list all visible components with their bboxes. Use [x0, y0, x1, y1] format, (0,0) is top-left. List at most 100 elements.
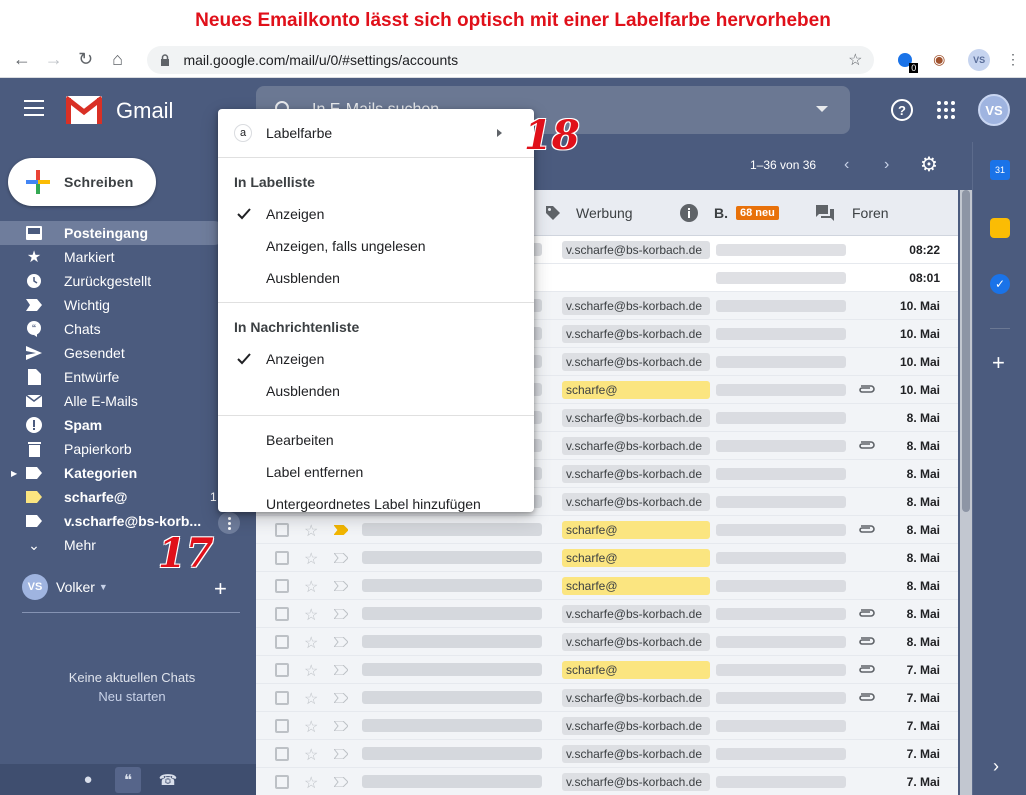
- home-icon[interactable]: ⌂: [102, 46, 134, 74]
- menu-list-show-unread[interactable]: Anzeigen, falls ungelesen: [218, 230, 534, 262]
- extension-icon[interactable]: 0: [892, 47, 919, 73]
- label-chip[interactable]: scharfe@: [562, 661, 710, 679]
- row-checkbox[interactable]: [275, 691, 289, 705]
- row-checkbox[interactable]: [275, 551, 289, 565]
- expand-panel-icon[interactable]: ›: [993, 756, 999, 777]
- label-chip[interactable]: v.scharfe@bs-korbach.de: [562, 689, 710, 707]
- add-addon-icon[interactable]: +: [992, 350, 1005, 376]
- label-chip[interactable]: v.scharfe@bs-korbach.de: [562, 633, 710, 651]
- tab-updates[interactable]: B. 68 neu: [680, 190, 779, 236]
- start-chat-link[interactable]: Neu starten: [0, 689, 264, 704]
- star-icon[interactable]: ☆: [304, 633, 318, 653]
- reload-icon[interactable]: ↻: [70, 46, 102, 74]
- label-chip[interactable]: v.scharfe@bs-korbach.de: [562, 409, 710, 427]
- label-chip[interactable]: v.scharfe@bs-korbach.de: [562, 465, 710, 483]
- label-chip[interactable]: v.scharfe@bs-korbach.de: [562, 437, 710, 455]
- star-icon[interactable]: ☆: [304, 521, 318, 541]
- label-chip[interactable]: v.scharfe@bs-korbach.de: [562, 353, 710, 371]
- row-checkbox[interactable]: [275, 635, 289, 649]
- important-marker-icon[interactable]: [334, 553, 348, 563]
- star-icon[interactable]: ☆: [304, 661, 318, 681]
- help-icon[interactable]: ?: [890, 98, 914, 122]
- star-icon[interactable]: ☆: [304, 605, 318, 625]
- star-icon[interactable]: ☆: [304, 773, 318, 793]
- important-marker-icon[interactable]: [334, 581, 348, 591]
- profile-avatar[interactable]: VS: [966, 47, 992, 73]
- menu-remove-label[interactable]: Label entfernen: [218, 456, 534, 488]
- table-row[interactable]: ☆ scharfe@ 7. Mai: [256, 656, 958, 684]
- table-row[interactable]: ☆ scharfe@ 8. Mai: [256, 544, 958, 572]
- apps-grid-icon[interactable]: [934, 98, 958, 122]
- forward-arrow-icon[interactable]: →: [38, 46, 70, 74]
- important-marker-icon[interactable]: [334, 777, 348, 787]
- add-chat-icon[interactable]: +: [214, 576, 227, 602]
- browser-menu-icon[interactable]: ⋮: [1000, 47, 1026, 73]
- table-row[interactable]: ☆ scharfe@ 8. Mai: [256, 516, 958, 544]
- calendar-icon[interactable]: 31: [990, 160, 1010, 180]
- cookie-icon[interactable]: ◉: [926, 47, 952, 73]
- menu-msg-hide[interactable]: Ausblenden: [218, 375, 534, 407]
- tab-werbung[interactable]: Werbung: [544, 190, 633, 236]
- menu-msg-show[interactable]: Anzeigen: [218, 343, 534, 375]
- label-chip[interactable]: v.scharfe@bs-korbach.de: [562, 241, 710, 259]
- settings-gear-icon[interactable]: ⚙: [920, 152, 938, 177]
- search-options-icon[interactable]: [816, 106, 828, 112]
- account-avatar[interactable]: VS: [978, 94, 1010, 126]
- label-chip[interactable]: scharfe@: [562, 577, 710, 595]
- label-chip[interactable]: v.scharfe@bs-korbach.de: [562, 605, 710, 623]
- important-marker-icon[interactable]: [334, 721, 348, 731]
- row-checkbox[interactable]: [275, 523, 289, 537]
- important-marker-icon[interactable]: [334, 637, 348, 647]
- label-chip[interactable]: v.scharfe@bs-korbach.de: [562, 297, 710, 315]
- table-row[interactable]: ☆ v.scharfe@bs-korbach.de 8. Mai: [256, 628, 958, 656]
- tasks-icon[interactable]: ✓: [990, 274, 1010, 294]
- contacts-icon[interactable]: ●: [75, 767, 101, 793]
- menu-list-hide[interactable]: Ausblenden: [218, 262, 534, 294]
- table-row[interactable]: ☆ v.scharfe@bs-korbach.de 7. Mai: [256, 712, 958, 740]
- bookmark-star-icon[interactable]: ☆: [848, 50, 862, 70]
- scrollbar-thumb[interactable]: [962, 190, 970, 512]
- keep-icon[interactable]: [990, 218, 1010, 238]
- star-icon[interactable]: ☆: [304, 549, 318, 569]
- table-row[interactable]: ☆ v.scharfe@bs-korbach.de 8. Mai: [256, 600, 958, 628]
- sidebar-item-posteingang[interactable]: Posteingang: [0, 221, 226, 245]
- menu-add-sublabel[interactable]: Untergeordnetes Label hinzufügen: [218, 488, 534, 520]
- tab-foren[interactable]: Foren: [816, 190, 889, 236]
- star-icon[interactable]: ☆: [304, 577, 318, 597]
- expand-arrow-icon[interactable]: ▶: [11, 469, 17, 478]
- label-chip[interactable]: v.scharfe@bs-korbach.de: [562, 745, 710, 763]
- compose-button[interactable]: Schreiben: [8, 158, 156, 206]
- row-checkbox[interactable]: [275, 719, 289, 733]
- label-chip[interactable]: v.scharfe@bs-korbach.de: [562, 493, 710, 511]
- label-chip[interactable]: scharfe@: [562, 381, 710, 399]
- menu-icon[interactable]: [24, 100, 44, 116]
- row-checkbox[interactable]: [275, 775, 289, 789]
- hangouts-icon[interactable]: ❝: [115, 766, 141, 793]
- next-page-icon[interactable]: ›: [884, 156, 889, 174]
- row-checkbox[interactable]: [275, 663, 289, 677]
- sidebar-item-mehr[interactable]: ⌄ Mehr: [0, 533, 256, 557]
- menu-list-show[interactable]: Anzeigen: [218, 198, 534, 230]
- table-row[interactable]: ☆ v.scharfe@bs-korbach.de 7. Mai: [256, 768, 958, 795]
- label-chip[interactable]: scharfe@: [562, 521, 710, 539]
- star-icon[interactable]: ☆: [304, 689, 318, 709]
- important-marker-icon[interactable]: [334, 609, 348, 619]
- row-checkbox[interactable]: [275, 607, 289, 621]
- menu-label-color[interactable]: a Labelfarbe: [218, 117, 534, 149]
- table-row[interactable]: ☆ scharfe@ 8. Mai: [256, 572, 958, 600]
- phone-icon[interactable]: ☎: [155, 767, 181, 793]
- back-arrow-icon[interactable]: ←: [6, 46, 38, 74]
- row-checkbox[interactable]: [275, 579, 289, 593]
- table-row[interactable]: ☆ v.scharfe@bs-korbach.de 7. Mai: [256, 740, 958, 768]
- important-marker-icon[interactable]: [334, 693, 348, 703]
- address-bar[interactable]: mail.google.com/mail/u/0/#settings/accou…: [147, 45, 875, 74]
- label-chip[interactable]: scharfe@: [562, 549, 710, 567]
- row-checkbox[interactable]: [275, 747, 289, 761]
- important-marker-icon[interactable]: [334, 525, 348, 535]
- label-chip[interactable]: v.scharfe@bs-korbach.de: [562, 325, 710, 343]
- important-marker-icon[interactable]: [334, 665, 348, 675]
- menu-edit[interactable]: Bearbeiten: [218, 424, 534, 456]
- table-row[interactable]: ☆ v.scharfe@bs-korbach.de 7. Mai: [256, 684, 958, 712]
- star-icon[interactable]: ☆: [304, 717, 318, 737]
- label-chip[interactable]: v.scharfe@bs-korbach.de: [562, 717, 710, 735]
